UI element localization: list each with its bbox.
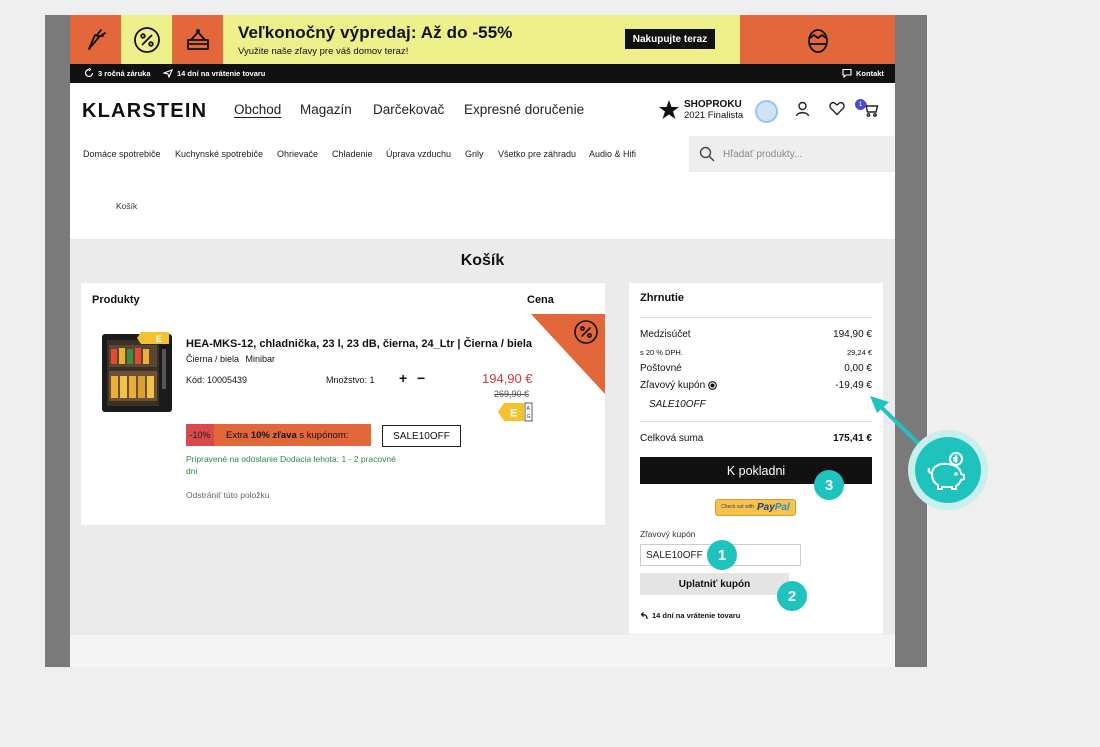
return-arrow-icon [640,611,648,619]
step-marker-2: 2 [777,581,807,611]
user-icon[interactable] [795,101,810,117]
paypal-checkout-button[interactable]: Check out with PayPal [715,499,796,516]
page-title: Košík [460,252,505,269]
returns-info: 14 dní na vrátenie tovaru [163,68,265,78]
energy-class-text: E [510,408,517,420]
discount-text: Extra 10% zľava s kupónom: [226,429,349,441]
nav-express-delivery[interactable]: Expresné doručenie [464,102,584,117]
refresh-icon [84,68,94,78]
summary-card: Zhrnutie Medzisúčet 194,90 € s 20 % DPH. 2… [629,283,883,634]
heart-icon[interactable] [829,101,845,116]
percent-icon [121,15,172,64]
piggy-bank-icon [927,452,965,490]
search-bar[interactable] [689,136,895,172]
price-column-header: Cena [527,294,554,306]
increase-quantity-button[interactable]: + [399,370,407,386]
shoproku-badge: SHOPROKU 2021 Finalista [658,99,743,121]
step-marker-3: 3 [814,470,844,500]
nav-gift-finder[interactable]: Darčekovač [373,102,444,117]
remove-item-link[interactable]: Odstrániť túto položku [186,490,270,500]
summary-divider-2 [640,421,872,422]
category-cooling[interactable]: Chladenie [332,149,373,159]
plane-icon [163,69,173,78]
returns-text: 14 dní na vrátenie tovaru [177,68,266,78]
banner-subtitle: Využite naše zľavy pre váš domov teraz! [238,46,409,57]
search-input[interactable] [723,148,883,160]
contact-link[interactable]: Kontakt [842,68,884,78]
category-home-appliances[interactable]: Domáce spotrebiče [83,149,161,159]
product-price: 194,90 € [482,371,533,386]
products-card: Produkty Cena E HEA-MKS-12, chladnička, … [81,283,605,525]
klarstein-logo[interactable]: KLARSTEIN [82,100,207,123]
close-circle-icon[interactable] [708,381,718,390]
screenshot-stage: Veľkonočný výpredaj: Až do -55% Využite … [0,0,1100,747]
svg-text:G: G [527,414,531,420]
star-icon [659,100,679,119]
nav-magazine[interactable]: Magazín [300,102,352,117]
decrease-quantity-button[interactable]: − [417,370,425,386]
search-icon [699,146,715,162]
subtotal-row: Medzisúčet 194,90 € [640,329,872,340]
apply-coupon-button[interactable]: Uplatniť kupón [640,573,789,595]
coupon-code-box[interactable]: SALE10OFF [382,425,461,447]
category-garden[interactable]: Všetko pre záhradu [498,149,576,159]
piggy-bank-badge [908,430,988,510]
products-column-header: Produkty [92,294,140,306]
cart-count-badge: 1 [855,99,866,110]
footer-area [70,635,895,667]
trust-seal-icon [755,100,778,123]
category-grills[interactable]: Grily [465,149,484,159]
category-air-treatment[interactable]: Úprava vzduchu [386,149,451,159]
percent-badge-icon [574,320,598,344]
breadcrumb[interactable]: Košík [116,201,137,211]
warranty-text: 3 ročná záruka [98,68,151,78]
warranty-info: 3 ročná záruka [84,68,151,78]
category-heaters[interactable]: Ohrievače [277,149,318,159]
shoproku-subtitle: 2021 Finalista [684,110,744,121]
product-quantity: Množstvo: 1 [326,375,375,385]
info-strip: 3 ročná záruka 14 dní na vrátenie tovaru… [70,64,895,83]
product-variant: Čierna / biela Minibar [186,354,279,364]
coupon-row: Zľavový kupón -19,49 € [640,380,872,391]
applied-coupon-code: SALE10OFF [649,399,706,410]
product-old-price: 269,90 € [494,389,530,399]
product-name[interactable]: HEA-MKS-12, chladnička, 23 l, 23 dB, čie… [186,338,532,350]
category-audio-hifi[interactable]: Audio & Hifi [589,149,636,159]
discount-percent: -10% [186,424,214,446]
shop-page: Veľkonočný výpredaj: Až do -55% Využite … [70,15,895,667]
variant-color: Čierna / biela [186,354,240,364]
minibar-fridge-image[interactable]: E [101,331,175,413]
svg-text:E: E [156,334,162,344]
total-row: Celková suma 175,41 € [640,433,872,444]
return-policy-note: 14 dní na vrátenie tovaru [640,611,740,620]
cake-icon [172,15,223,64]
paypal-logo: PayPal [756,502,790,513]
shoproku-title: SHOPROKU [684,99,742,110]
shipping-info: Pripravené na odoslanie Dodacia lehota: … [186,454,396,476]
chat-icon [842,68,852,78]
banner-title: Veľkonočný výpredaj: Až do -55% [238,23,513,42]
nav-shop[interactable]: Obchod [234,102,281,117]
variant-type: Minibar [245,354,276,364]
product-code: Kód: 10005439 [186,375,248,385]
coupon-discount-banner: -10% Extra 10% zľava s kupónom: [186,424,371,446]
summary-title: Zhrnutie [640,292,684,304]
step-marker-1: 1 [707,540,737,570]
vat-row: s 20 % DPH. 29,24 € [640,348,872,357]
contact-text: Kontakt [856,68,884,78]
summary-divider [640,317,872,318]
shipping-row: Poštovné 0,00 € [640,363,872,374]
paypal-checkout-text: Check out with [721,504,754,510]
energy-label-icon[interactable]: E A G [497,402,533,422]
carrot-icon [70,15,121,64]
shop-now-button[interactable]: Nakupujte teraz [625,29,715,49]
coupon-field-label: Zľavový kupón [640,529,696,539]
promo-banner[interactable]: Veľkonočný výpredaj: Až do -55% Využite … [70,15,895,64]
easter-egg-icon [740,15,895,64]
category-kitchen-appliances[interactable]: Kuchynské spotrebiče [175,149,263,159]
